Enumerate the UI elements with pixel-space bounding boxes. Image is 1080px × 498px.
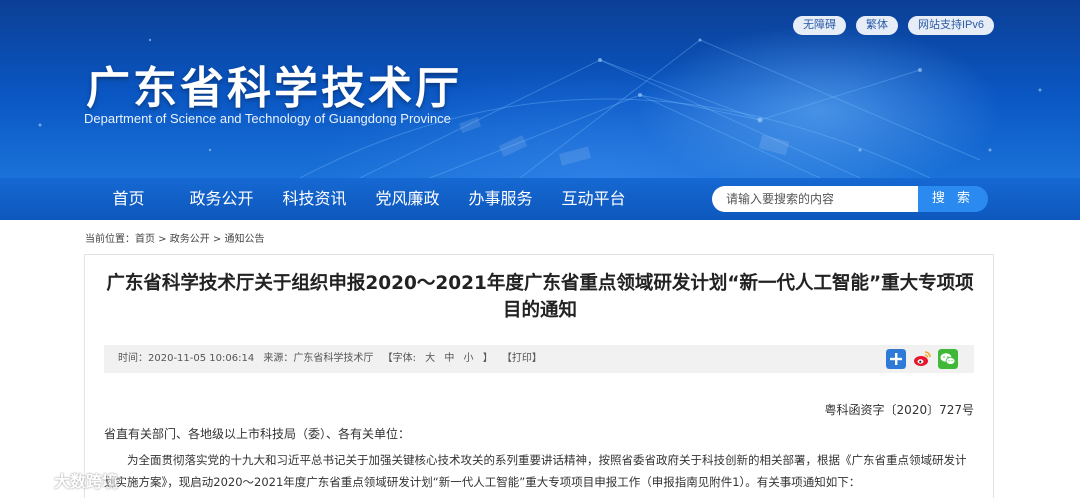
breadcrumb-home[interactable]: 首页 [135, 234, 155, 245]
utility-links: 无障碍 繁体 网站支持IPv6 [792, 16, 994, 35]
nav-item-home[interactable]: 首页 [82, 178, 175, 220]
font-size-small-button[interactable]: 小 [464, 353, 474, 364]
accessibility-button[interactable]: 无障碍 [792, 16, 846, 35]
font-size-large-button[interactable]: 大 [425, 353, 435, 364]
watermark-text: 大数跨境 [54, 472, 119, 491]
breadcrumb-notices[interactable]: 通知公告 [225, 234, 265, 245]
share-buttons [886, 349, 958, 369]
breadcrumb: 当前位置：首页 > 政务公开 > 通知公告 [85, 230, 265, 245]
share-plus-icon[interactable] [886, 349, 906, 369]
publish-time: 时间：2020-11-05 10:06:14 [118, 353, 255, 364]
document-number: 粤科函资字〔2020〕727号 [824, 403, 974, 417]
weibo-icon[interactable] [912, 349, 932, 369]
search-input[interactable] [712, 186, 918, 212]
breadcrumb-separator: > [155, 234, 170, 245]
nav-item-services[interactable]: 办事服务 [454, 178, 547, 220]
nav-item-interaction[interactable]: 互动平台 [547, 178, 640, 220]
nav-item-tech-news[interactable]: 科技资讯 [268, 178, 361, 220]
article-paragraph: 为全面贯彻落实党的十九大和习近平总书记关于加强关键核心技术攻关的系列重要讲话精神… [104, 453, 967, 489]
site-title: 广东省科学技术厅 [86, 63, 462, 114]
breadcrumb-prefix: 当前位置： [85, 234, 135, 245]
header-banner: 广东省科学技术厅 Department of Science and Techn… [0, 0, 1080, 178]
print-button[interactable]: 【打印】 [502, 353, 542, 364]
ipv6-support-button[interactable]: 网站支持IPv6 [907, 16, 994, 35]
breadcrumb-separator: > [209, 234, 225, 245]
wechat-icon[interactable] [938, 349, 958, 369]
font-size-label: 【字体: [382, 353, 416, 364]
font-size-close: 】 [482, 353, 493, 364]
font-size-medium-button[interactable]: 中 [444, 353, 454, 364]
traditional-chinese-button[interactable]: 繁体 [855, 16, 898, 35]
nav-item-integrity[interactable]: 党风廉政 [361, 178, 454, 220]
breadcrumb-government-affairs[interactable]: 政务公开 [170, 234, 210, 245]
article-meta-bar: 时间：2020-11-05 10:06:14 来源：广东省科学技术厅 【字体: … [104, 345, 974, 373]
article-source: 来源：广东省科学技术厅 [263, 353, 374, 364]
watermark-logo-icon [11, 471, 45, 489]
article-title: 广东省科学技术厅关于组织申报2020～2021年度广东省重点领域研发计划“新一代… [106, 273, 974, 321]
nav-item-government-affairs[interactable]: 政务公开 [175, 178, 268, 220]
search-button[interactable]: 搜 索 [918, 186, 988, 212]
article-salutation: 省直有关部门、各地级以上市科技局（委）、各有关单位： [104, 427, 411, 441]
watermark: 大数跨境 [10, 468, 118, 492]
site-subtitle: Department of Science and Technology of … [84, 111, 451, 126]
